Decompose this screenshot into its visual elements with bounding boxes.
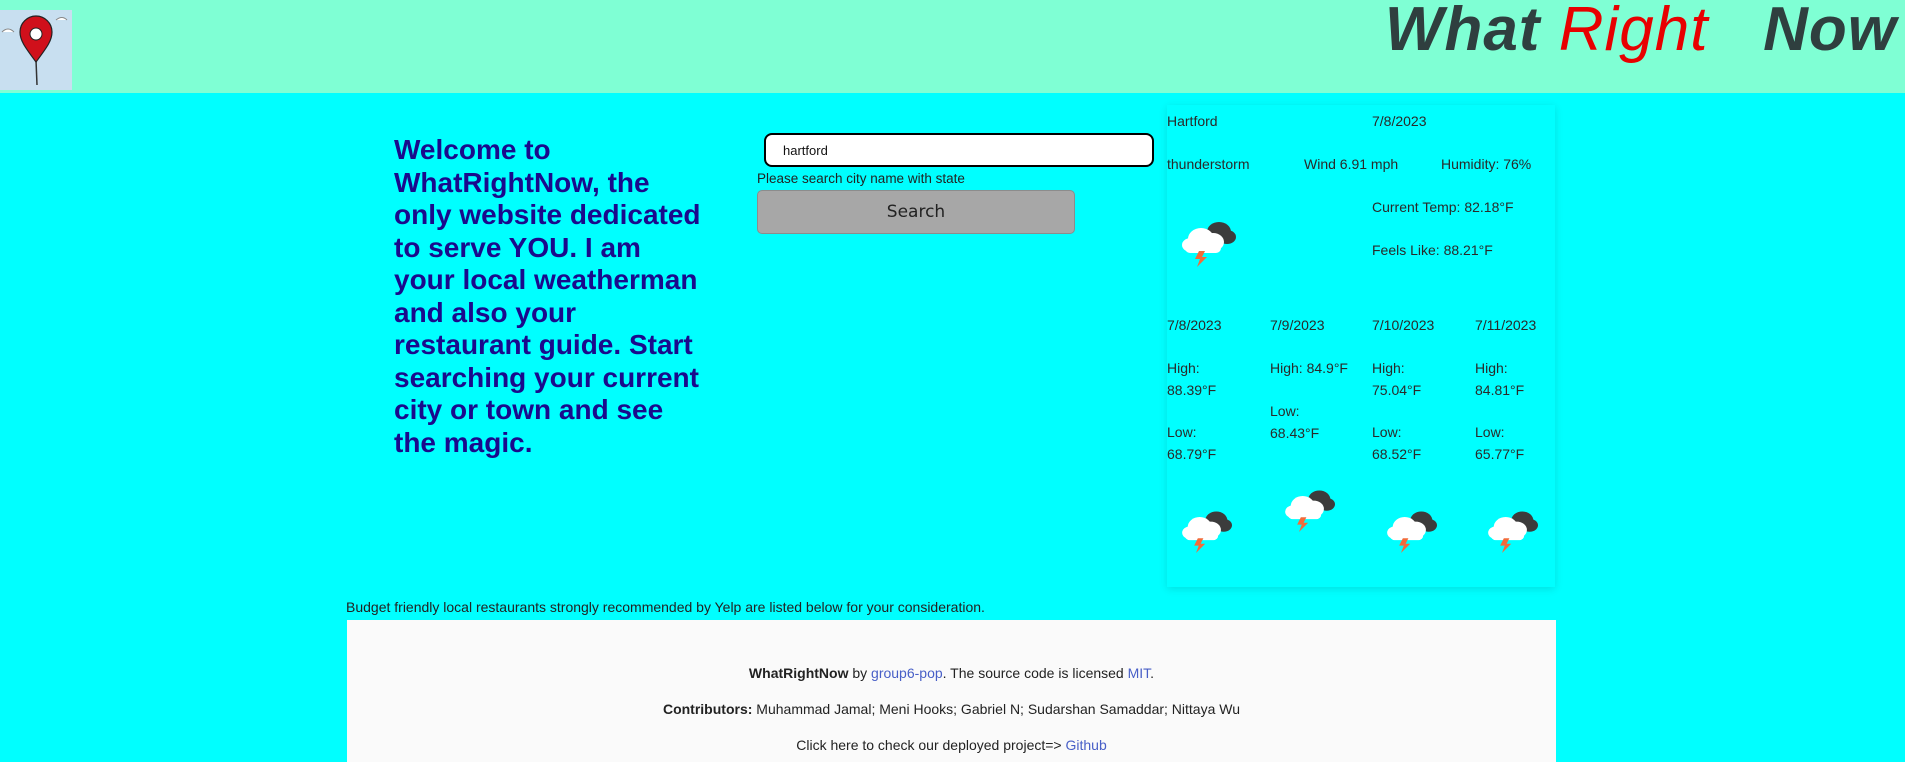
map-pin-icon[interactable] [0, 10, 72, 90]
footer-brand: WhatRightNow [748, 665, 849, 681]
weather-humidity: Humidity: 76% [1441, 156, 1532, 172]
title-what: What [1384, 0, 1541, 64]
forecast-low: Low: 65.77°F [1475, 424, 1525, 462]
weather-date: 7/8/2023 [1372, 113, 1427, 129]
thunderstorm-cloud-icon [1179, 215, 1239, 267]
weather-current-temp: Current Temp: 82.18°F [1372, 199, 1514, 215]
author-link[interactable]: group6-pop [871, 665, 943, 681]
forecast-date: 7/11/2023 [1475, 317, 1537, 333]
search-button[interactable]: Search [757, 190, 1075, 234]
contributors-label: Contributors: [662, 701, 753, 717]
forecast-low: Low: 68.43°F [1270, 403, 1320, 441]
site-footer: WhatRightNow by group6-pop. The source c… [347, 620, 1556, 762]
forecast-high: High: 84.81°F [1475, 360, 1525, 398]
footer-by: by [848, 665, 872, 681]
site-title: What Right Now [1385, 0, 1897, 65]
footer-deploy: Click here to check our deployed project… [347, 737, 1556, 753]
github-link[interactable]: Github [1066, 737, 1107, 753]
thunderstorm-cloud-icon [1384, 505, 1444, 555]
weather-city: Hartford [1167, 113, 1218, 129]
deploy-text: Click here to check our deployed project… [796, 737, 1066, 753]
weather-condition: thunderstorm [1167, 156, 1250, 172]
forecast-high: High: 75.04°F [1372, 360, 1422, 398]
forecast-low: Low: 68.79°F [1167, 424, 1217, 462]
footer-credits: WhatRightNow by group6-pop. The source c… [347, 665, 1556, 681]
search-hint: Please search city name with state [757, 171, 965, 186]
title-right: Right [1558, 0, 1709, 64]
thunderstorm-cloud-icon [1485, 505, 1545, 555]
license-link[interactable]: MIT [1128, 665, 1151, 681]
forecast-high: High: 88.39°F [1167, 360, 1217, 398]
welcome-message: Welcome to WhatRightNow, the only websit… [394, 134, 701, 458]
footer-contributors: Contributors: Muhammad Jamal; Meni Hooks… [347, 701, 1556, 717]
forecast-high: High: 84.9°F [1270, 360, 1348, 376]
footer-license-end: . [1150, 665, 1155, 681]
contributors-list: Muhammad Jamal; Meni Hooks; Gabriel N; S… [752, 701, 1241, 717]
forecast-low: Low: 68.52°F [1372, 424, 1422, 462]
restaurants-caption: Budget friendly local restaurants strong… [346, 599, 985, 615]
forecast-date: 7/10/2023 [1372, 317, 1435, 333]
weather-feels-like: Feels Like: 88.21°F [1372, 242, 1493, 258]
forecast-date: 7/8/2023 [1167, 317, 1222, 333]
weather-wind: Wind 6.91 mph [1304, 156, 1399, 172]
site-header: What Right Now [0, 0, 1905, 93]
weather-panel: Hartford 7/8/2023 thunderstorm Wind 6.91… [1167, 105, 1555, 587]
title-now: Now [1763, 0, 1897, 64]
thunderstorm-cloud-icon [1179, 505, 1239, 555]
city-search-input[interactable] [764, 133, 1154, 167]
footer-license-text: . The source code is licensed [942, 665, 1128, 681]
thunderstorm-cloud-icon [1282, 484, 1342, 534]
forecast-date: 7/9/2023 [1270, 317, 1325, 333]
